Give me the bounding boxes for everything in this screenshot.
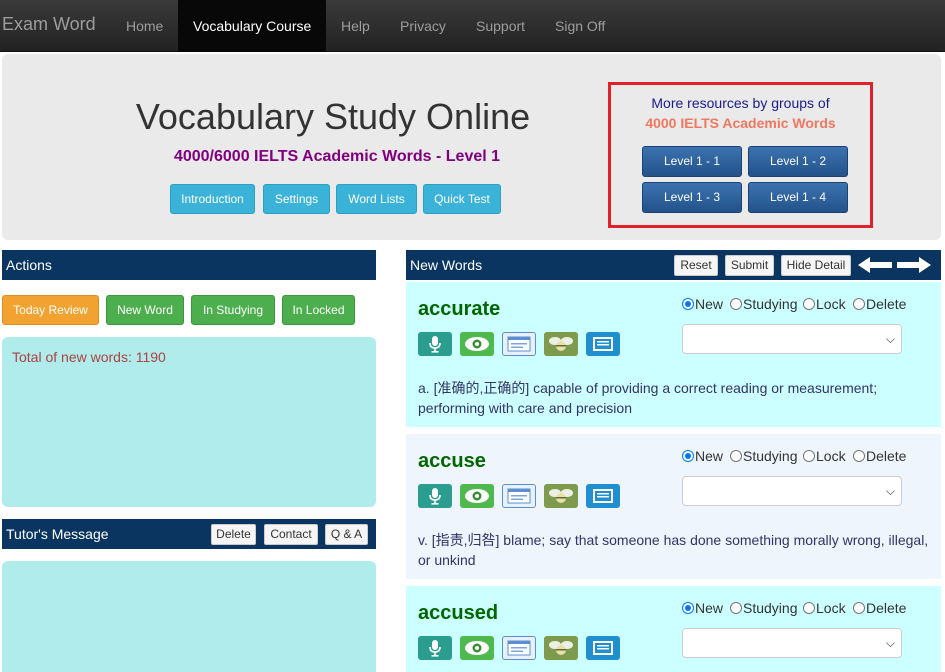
arrow-right-icon[interactable] — [897, 257, 931, 273]
word-text[interactable]: accurate — [418, 298, 500, 321]
card-icon[interactable] — [502, 332, 536, 356]
reset-button[interactable]: Reset — [674, 255, 718, 276]
card-icon[interactable] — [502, 636, 536, 660]
new-word-button[interactable]: New Word — [106, 295, 184, 325]
word-card: accurate New Studying Lock Delete ⌵ a. [… — [406, 282, 941, 427]
status-delete-radio[interactable]: Delete — [853, 296, 906, 312]
nav-help[interactable]: Help — [341, 0, 370, 52]
word-select-dropdown[interactable]: ⌵ — [682, 628, 902, 658]
actions-info-box: Total of new words: 1190 — [2, 337, 376, 507]
word-select-dropdown[interactable]: ⌵ — [682, 324, 902, 354]
status-studying-radio[interactable]: Studying — [730, 296, 797, 312]
status-studying-radio[interactable]: Studying — [730, 600, 797, 616]
word-text[interactable]: accuse — [418, 450, 486, 473]
nav-support[interactable]: Support — [476, 0, 525, 52]
book-icon[interactable] — [586, 636, 620, 660]
level-1-2-button[interactable]: Level 1 - 2 — [748, 146, 848, 177]
level-1-1-button[interactable]: Level 1 - 1 — [642, 146, 742, 177]
status-new-radio[interactable]: New — [682, 448, 723, 464]
card-icon[interactable] — [502, 484, 536, 508]
bee-icon[interactable] — [544, 484, 578, 508]
contact-button[interactable]: Contact — [264, 524, 318, 545]
quick-test-button[interactable]: Quick Test — [423, 184, 501, 214]
nav-privacy[interactable]: Privacy — [400, 0, 446, 52]
status-lock-radio[interactable]: Lock — [803, 600, 846, 616]
status-new-radio[interactable]: New — [682, 296, 723, 312]
chevron-down-icon: ⌵ — [885, 484, 895, 498]
hide-detail-button[interactable]: Hide Detail — [781, 255, 851, 276]
qa-button[interactable]: Q & A — [325, 524, 368, 545]
word-card: accused New Studying Lock Delete ⌵ — [406, 586, 941, 672]
actions-header: Actions — [2, 250, 376, 280]
status-studying-radio[interactable]: Studying — [730, 448, 797, 464]
tutor-delete-button[interactable]: Delete — [211, 524, 256, 545]
in-locked-button[interactable]: In Locked — [282, 295, 355, 325]
total-new-words: Total of new words: 1190 — [12, 349, 166, 365]
word-definition: a. [准确的,正确的] capable of providing a corr… — [418, 380, 878, 416]
eye-icon[interactable] — [460, 484, 494, 508]
microphone-icon[interactable] — [418, 636, 452, 660]
level-1-3-button[interactable]: Level 1 - 3 — [642, 182, 742, 213]
word-lists-button[interactable]: Word Lists — [336, 184, 417, 214]
tutor-title: Tutor's Message — [6, 526, 109, 542]
top-navbar: Exam Word Home Vocabulary Course Help Pr… — [0, 0, 945, 52]
today-review-button[interactable]: Today Review — [2, 295, 99, 325]
resources-highlight: 4000 IELTS Academic Words — [645, 115, 836, 131]
chevron-down-icon: ⌵ — [885, 636, 895, 650]
book-icon[interactable] — [586, 332, 620, 356]
bee-icon[interactable] — [544, 636, 578, 660]
resources-box: More resources by groups of 4000 IELTS A… — [608, 82, 873, 228]
settings-button[interactable]: Settings — [263, 184, 330, 214]
course-subtitle: 4000/6000 IELTS Academic Words - Level 1 — [173, 148, 501, 165]
submit-button[interactable]: Submit — [725, 255, 774, 276]
introduction-button[interactable]: Introduction — [170, 184, 255, 214]
nav-home[interactable]: Home — [126, 0, 163, 52]
level-1-4-button[interactable]: Level 1 - 4 — [748, 182, 848, 213]
resources-caption: More resources by groups of — [651, 95, 830, 111]
word-definition: v. [指责,归咎] blame; say that someone has d… — [418, 532, 929, 568]
status-lock-radio[interactable]: Lock — [803, 448, 846, 464]
status-lock-radio[interactable]: Lock — [803, 296, 846, 312]
arrow-left-icon[interactable] — [858, 257, 892, 273]
bee-icon[interactable] — [544, 332, 578, 356]
status-delete-radio[interactable]: Delete — [853, 448, 906, 464]
page-title: Vocabulary Study Online — [135, 96, 531, 137]
brand-logo[interactable]: Exam Word — [2, 14, 96, 35]
nav-vocabulary-course[interactable]: Vocabulary Course — [178, 0, 327, 52]
nav-sign-off[interactable]: Sign Off — [555, 0, 605, 52]
book-icon[interactable] — [586, 484, 620, 508]
microphone-icon[interactable] — [418, 332, 452, 356]
word-card: accuse New Studying Lock Delete ⌵ v. [指责… — [406, 434, 941, 579]
tutor-message-box — [2, 561, 376, 672]
status-delete-radio[interactable]: Delete — [853, 600, 906, 616]
status-new-radio[interactable]: New — [682, 600, 723, 616]
microphone-icon[interactable] — [418, 484, 452, 508]
chevron-down-icon: ⌵ — [885, 332, 895, 346]
tutor-header: Tutor's Message — [2, 519, 376, 549]
actions-title: Actions — [6, 257, 52, 273]
eye-icon[interactable] — [460, 332, 494, 356]
new-words-title: New Words — [410, 257, 483, 273]
word-text[interactable]: accused — [418, 602, 498, 625]
in-studying-button[interactable]: In Studying — [191, 295, 275, 325]
eye-icon[interactable] — [460, 636, 494, 660]
word-select-dropdown[interactable]: ⌵ — [682, 476, 902, 506]
